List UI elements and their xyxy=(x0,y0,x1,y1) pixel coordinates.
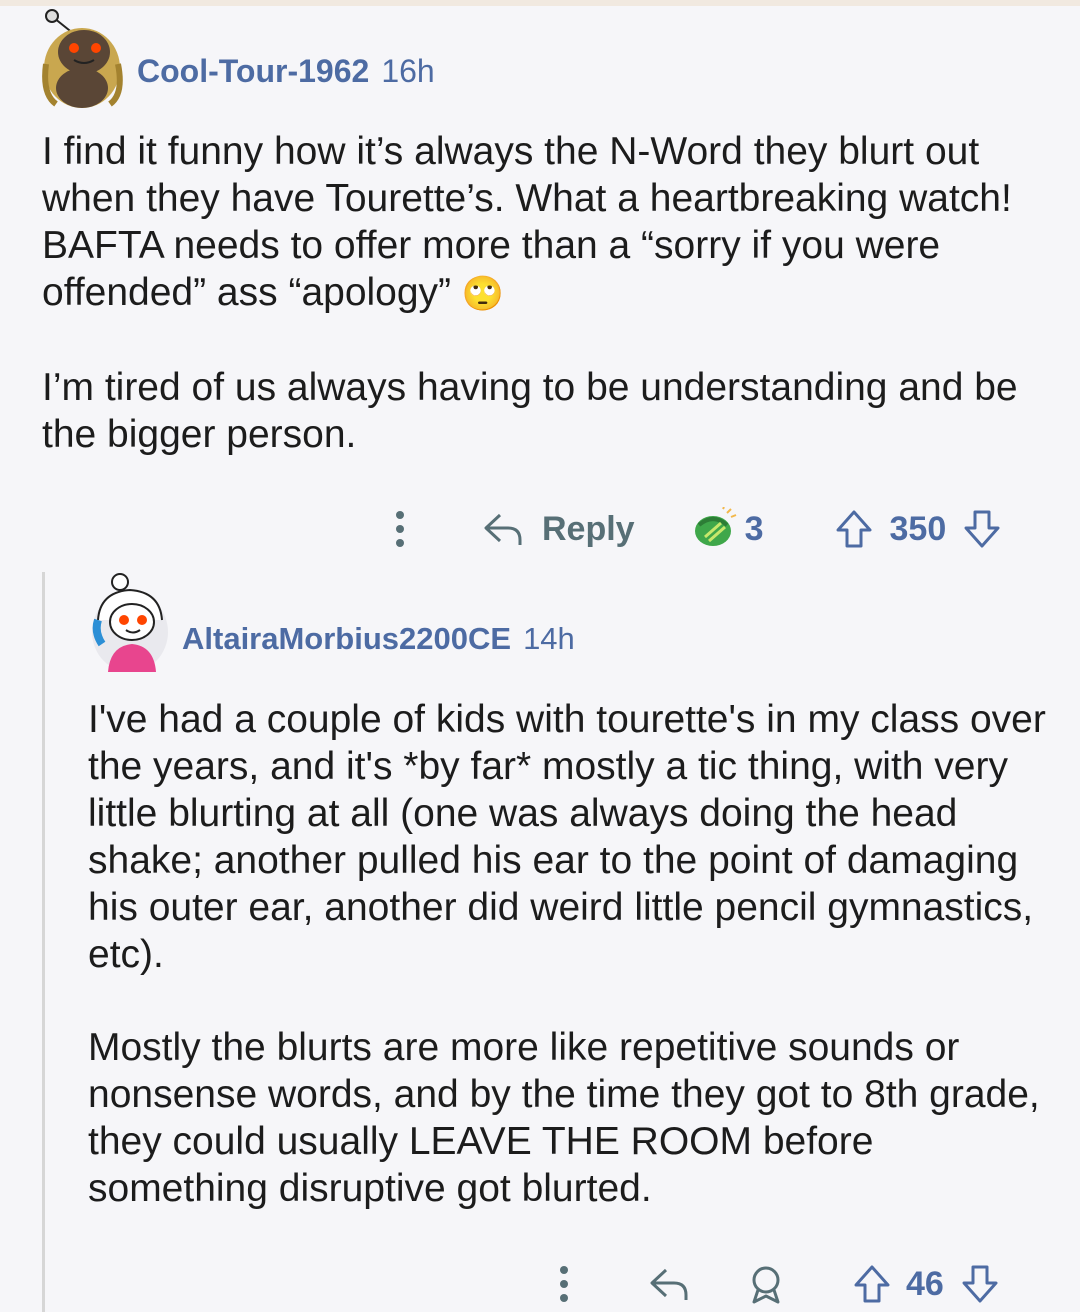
reply-header: AltairaMorbius2200CE 14h xyxy=(182,618,575,660)
upvote-icon[interactable] xyxy=(852,1263,892,1305)
more-options-icon xyxy=(396,511,404,547)
reply-body: I've had a couple of kids with tourette'… xyxy=(88,696,1048,1212)
upvote-icon[interactable] xyxy=(834,508,874,550)
thread-line[interactable] xyxy=(42,572,45,1312)
award-button[interactable] xyxy=(746,1264,786,1304)
comment-username[interactable]: Cool-Tour-1962 xyxy=(137,53,369,90)
vote-controls: 46 xyxy=(852,1263,1000,1305)
reply-paragraph: I've had a couple of kids with tourette'… xyxy=(88,698,1046,976)
vote-score: 46 xyxy=(906,1264,944,1303)
reply-avatar[interactable] xyxy=(90,572,170,674)
user-avatar[interactable] xyxy=(38,4,126,108)
award-button[interactable]: 3 xyxy=(691,507,764,551)
reply-arrow-icon xyxy=(650,1268,688,1300)
reply-arrow-icon xyxy=(484,513,522,545)
reply-button[interactable] xyxy=(648,1264,690,1304)
comment-paragraph: I’m tired of us always having to be unde… xyxy=(42,366,1018,456)
eye-roll-emoji-icon: 🙄 xyxy=(461,275,505,313)
more-options-icon xyxy=(560,1266,568,1302)
snoo-avatar-icon xyxy=(42,9,123,108)
award-icon xyxy=(752,1266,780,1304)
comment-paragraph: I find it funny how it’s always the N-Wo… xyxy=(42,130,1012,314)
reply-paragraph: Mostly the blurts are more like repetiti… xyxy=(88,1026,1040,1210)
reply-label: Reply xyxy=(542,509,635,548)
reply-action-bar: 46 xyxy=(546,1262,1000,1306)
downvote-icon[interactable] xyxy=(962,508,1002,550)
reply-button[interactable]: Reply xyxy=(482,509,635,549)
comment-timestamp: 16h xyxy=(381,52,435,89)
snoo-avatar-icon xyxy=(92,573,168,672)
vote-score: 350 xyxy=(889,509,947,548)
award-count: 3 xyxy=(744,509,764,548)
reply-username[interactable]: AltairaMorbius2200CE xyxy=(182,621,511,657)
comment-body: I find it funny how it’s always the N-Wo… xyxy=(42,128,1042,458)
downvote-icon[interactable] xyxy=(960,1263,1000,1305)
comment-header: Cool-Tour-1962 16h xyxy=(137,50,435,92)
award-icon xyxy=(694,507,736,546)
vote-controls: 350 xyxy=(834,508,1003,550)
more-options-button[interactable] xyxy=(546,1265,582,1303)
top-divider xyxy=(0,0,1080,6)
more-options-button[interactable] xyxy=(382,510,418,548)
reply-timestamp: 14h xyxy=(523,621,575,656)
comment-action-bar: Reply 3 350 xyxy=(382,504,1002,554)
